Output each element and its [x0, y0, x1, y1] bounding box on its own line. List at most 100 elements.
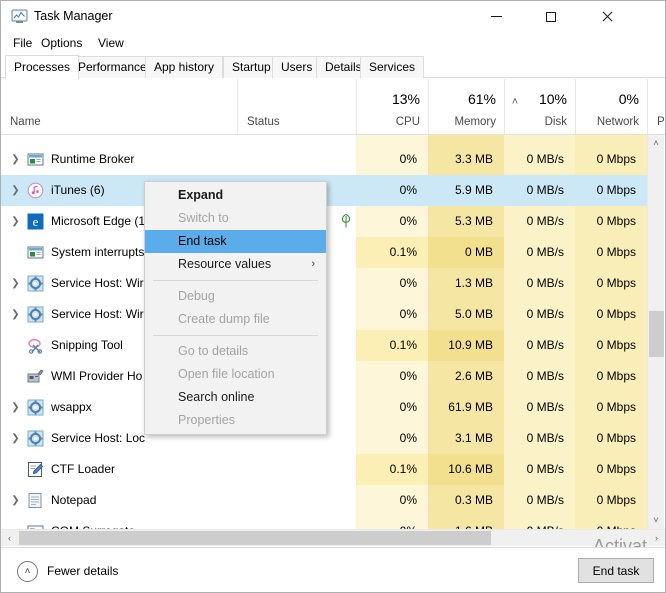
expand-chevron-icon[interactable]: ❯	[10, 309, 21, 320]
column-label-partial: P	[657, 116, 665, 128]
tab-processes[interactable]: Processes	[5, 55, 80, 79]
table-row[interactable]	[1, 135, 665, 144]
column-label-cpu: CPU	[395, 116, 420, 128]
disk-value: 0 MB/s	[526, 400, 564, 414]
tab-app-history[interactable]: App history	[145, 56, 224, 78]
memory-value: 5.0 MB	[454, 307, 493, 321]
horizontal-scrollbar[interactable]: ‹ ›	[1, 529, 665, 546]
scroll-left-icon[interactable]: ‹	[1, 530, 18, 546]
scroll-right-icon[interactable]: ›	[648, 530, 665, 546]
menu-view[interactable]: View	[91, 34, 131, 52]
column-header-row: Name Status 13% CPU 61% Memory ˄ 10% Dis…	[1, 79, 665, 135]
process-name-label: Service Host: Wir	[51, 307, 144, 321]
network-value: 0 Mbps	[596, 369, 636, 383]
context-menu-separator	[153, 335, 318, 336]
minimize-button[interactable]	[473, 1, 519, 32]
process-name-cell[interactable]	[1, 135, 237, 144]
vertical-scrollbar[interactable]: ˄ ˅	[647, 135, 664, 529]
table-row[interactable]: ❯ Notepad 0% 0.3 MB 0 MB/s 0 Mbps	[1, 485, 665, 516]
maximize-button[interactable]	[528, 1, 574, 32]
minimize-icon	[490, 16, 502, 17]
disk-value: 0 MB/s	[526, 307, 564, 321]
tab-services[interactable]: Services	[360, 56, 425, 78]
network-value	[575, 135, 647, 144]
column-header-memory[interactable]: 61% Memory	[428, 79, 504, 134]
tab-performance[interactable]: Performance	[69, 56, 156, 78]
context-menu-item-search-online[interactable]: Search online	[145, 386, 326, 409]
process-name-cell[interactable]: ❯ Runtime Broker	[1, 144, 237, 175]
column-header-cpu[interactable]: 13% CPU	[356, 79, 428, 134]
svg-text:e: e	[33, 214, 39, 229]
expand-chevron-icon[interactable]: ❯	[10, 402, 21, 413]
table-row[interactable]: CTF Loader 0.1% 10.6 MB 0 MB/s 0 Mbps	[1, 454, 665, 485]
context-menu-item-resource-values[interactable]: Resource values ›	[145, 253, 326, 276]
process-name-label: Notepad	[51, 493, 97, 507]
process-name-label: wsappx	[51, 400, 92, 414]
disk-value: 0 MB/s	[526, 369, 564, 383]
close-button[interactable]	[584, 1, 630, 32]
cpu-value: 0%	[399, 431, 417, 445]
process-name-label: iTunes (6)	[51, 183, 105, 197]
column-header-disk[interactable]: ˄ 10% Disk	[504, 79, 575, 134]
table-row[interactable]: COM Surrogate 0%1.6 MB0 MB/s0 Mbps	[1, 516, 665, 529]
table-row[interactable]: WMI Provider Ho 0% 2.6 MB 0 MB/s 0 Mbps	[1, 361, 665, 392]
expand-chevron-icon[interactable]: ❯	[10, 216, 21, 227]
table-row[interactable]: ❯ e Microsoft Edge (1 0% 5.3 MB 0 MB/s 0 Mbps	[1, 206, 665, 237]
expand-chevron-icon[interactable]: ❯	[10, 185, 21, 196]
context-menu-item-expand[interactable]: Expand	[145, 184, 326, 207]
process-list[interactable]: ❯ Runtime Broker 0% 3.3 MB 0 MB/s 0 Mbps ❯ iTun…	[1, 135, 665, 529]
disk-value: 0 MB/s	[526, 214, 564, 228]
memory-value: 61.9 MB	[448, 400, 493, 414]
context-menu[interactable]: Expand Switch to End task Resource values › D…	[144, 181, 327, 435]
table-row[interactable]: ❯ Service Host: Wir 0% 5.0 MB 0 MB/s 0 Mbps	[1, 299, 665, 330]
edge-icon: e	[27, 213, 44, 230]
vertical-scroll-thumb[interactable]	[649, 311, 664, 357]
disk-value: 0 MB/s	[526, 276, 564, 290]
expand-chevron-icon[interactable]: ❯	[10, 433, 21, 444]
table-row[interactable]: ❯ Runtime Broker 0% 3.3 MB 0 MB/s 0 Mbps	[1, 144, 665, 175]
scroll-down-icon[interactable]: ˅	[648, 512, 664, 529]
table-row[interactable]: ❯ Service Host: Wir 0% 1.3 MB 0 MB/s 0 Mbps	[1, 268, 665, 299]
table-row[interactable]: ❯ Service Host: Loc 0% 3.1 MB 0 MB/s 0 Mbps	[1, 423, 665, 454]
cpu-value: 0%	[399, 152, 417, 166]
scroll-up-icon[interactable]: ˄	[648, 135, 664, 152]
disk-value: 0 MB/s	[504, 516, 575, 529]
column-header-network[interactable]: 0% Network	[575, 79, 647, 134]
table-row[interactable]: ❯ wsappx 0% 61.9 MB 0 MB/s 0 Mbps	[1, 392, 665, 423]
menu-options[interactable]: Options	[34, 34, 89, 52]
horizontal-scroll-thumb[interactable]	[19, 531, 491, 545]
process-name-cell[interactable]: CTF Loader	[1, 454, 237, 485]
cpu-value: 0%	[399, 307, 417, 321]
cpu-value: 0%	[399, 400, 417, 414]
leaf-icon	[339, 213, 353, 229]
expand-chevron-icon[interactable]: ❯	[10, 495, 21, 506]
snipping-tool-icon	[27, 337, 44, 354]
process-name-label: Service Host: Wir	[51, 276, 144, 290]
process-name-cell[interactable]: COM Surrogate	[1, 516, 237, 529]
column-header-partial[interactable]: P	[647, 79, 665, 134]
end-task-button[interactable]: End task	[578, 558, 654, 583]
memory-value: 5.3 MB	[454, 214, 493, 228]
table-row[interactable]: ❯ iTunes (6) 0% 5.9 MB 0 MB/s 0 Mbps	[1, 175, 665, 206]
expand-chevron-icon[interactable]: ❯	[10, 154, 21, 165]
window-icon	[27, 151, 44, 168]
column-label-network: Network	[596, 116, 639, 128]
process-status-cell	[237, 485, 356, 516]
gear-icon	[27, 306, 44, 323]
title-bar: Task Manager	[1, 1, 665, 32]
network-value: 0 Mbps	[596, 276, 636, 290]
process-status-cell	[237, 135, 356, 144]
process-name-cell[interactable]: ❯ Notepad	[1, 485, 237, 516]
memory-value: 0.3 MB	[454, 493, 493, 507]
table-row[interactable]: System interrupts 0.1% 0 MB 0 MB/s 0 Mbps	[1, 237, 665, 268]
fewer-details-button[interactable]: ˄ Fewer details	[17, 560, 118, 582]
memory-value: 3.1 MB	[454, 431, 493, 445]
context-menu-item-switch-to: Switch to	[178, 211, 229, 225]
expand-chevron-icon[interactable]: ❯	[10, 278, 21, 289]
tab-users[interactable]: Users	[272, 56, 322, 78]
menu-bar: File Options View	[1, 32, 665, 54]
column-header-status[interactable]: Status	[237, 79, 356, 134]
column-header-name[interactable]: Name	[1, 79, 237, 134]
context-menu-item-end-task[interactable]: End task	[145, 230, 326, 253]
table-row[interactable]: Snipping Tool 0.1% 10.9 MB 0 MB/s 0 Mbps	[1, 330, 665, 361]
